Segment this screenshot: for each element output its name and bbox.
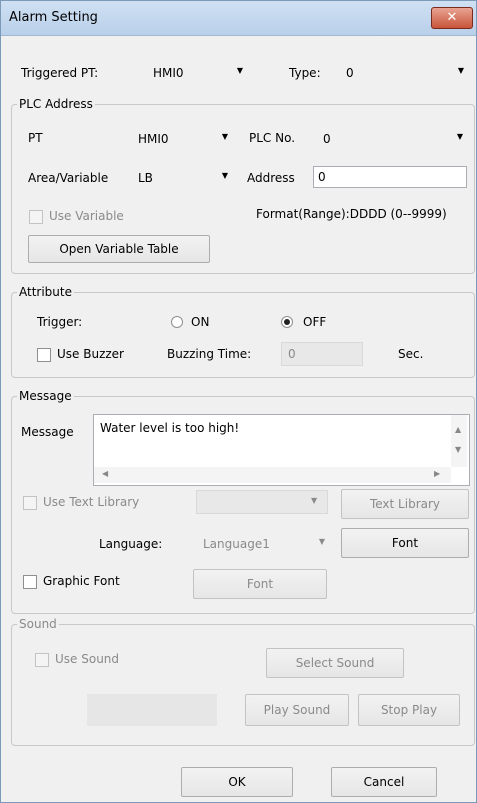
stop-play-button[interactable]: Stop Play	[358, 694, 460, 726]
buzzing-time-input[interactable]: 0	[281, 342, 363, 366]
area-variable-label: Area/Variable	[28, 171, 109, 185]
play-sound-label: Play Sound	[263, 703, 331, 717]
chevron-down-icon: ▼	[318, 537, 325, 546]
graphic-font-button[interactable]: Font	[193, 569, 327, 599]
ok-label: OK	[228, 775, 246, 789]
font-button-label: Font	[391, 536, 419, 550]
text-library-button-label: Text Library	[369, 497, 441, 511]
select-sound-button[interactable]: Select Sound	[266, 648, 404, 678]
chevron-down-icon: ▼	[221, 132, 228, 141]
format-range-text: Format(Range):DDDD (0--9999)	[256, 207, 447, 221]
open-variable-table-button[interactable]: Open Variable Table	[28, 235, 210, 263]
address-value: 0	[318, 170, 326, 184]
use-text-library-checkbox[interactable]	[23, 496, 37, 510]
plc-no-label: PLC No.	[249, 131, 296, 145]
pt-label: PT	[28, 131, 43, 145]
chevron-down-icon: ▼	[221, 171, 228, 180]
scroll-up-icon[interactable]: ▲	[455, 425, 461, 434]
plc-no-select[interactable]: 0 ▼	[316, 128, 468, 150]
chevron-down-icon: ▼	[456, 132, 463, 141]
cancel-button[interactable]: Cancel	[331, 767, 437, 797]
message-vertical-scrollbar[interactable]: ▲ ▼	[451, 415, 467, 467]
message-label: Message	[21, 425, 74, 439]
close-icon: ✕	[446, 10, 458, 25]
chevron-down-icon: ▼	[457, 66, 464, 75]
triggered-pt-select[interactable]: HMI0 ▼	[146, 62, 248, 84]
trigger-off-label: OFF	[303, 315, 327, 329]
chevron-down-icon: ▼	[311, 496, 318, 505]
message-text: Water level is too high!	[100, 421, 240, 435]
select-sound-label: Select Sound	[295, 656, 375, 670]
attribute-legend: Attribute	[17, 285, 74, 299]
trigger-on-radio[interactable]	[171, 316, 183, 328]
title-bar: Alarm Setting ✕	[1, 1, 476, 36]
use-sound-checkbox[interactable]	[35, 653, 49, 667]
triggered-pt-label: Triggered PT:	[21, 66, 99, 80]
plc-address-legend: PLC Address	[17, 97, 95, 111]
trigger-off-radio[interactable]	[281, 316, 293, 328]
attribute-group	[11, 292, 475, 378]
open-variable-table-label: Open Variable Table	[59, 242, 179, 256]
language-value: Language1	[203, 537, 270, 551]
trigger-on-label: ON	[191, 315, 210, 329]
message-horizontal-scrollbar[interactable]: ◀ ▶	[94, 467, 451, 483]
plc-no-value: 0	[323, 132, 331, 146]
type-value: 0	[346, 66, 354, 80]
message-textarea[interactable]: Water level is too high! ▲ ▼ ◀ ▶	[93, 414, 470, 486]
graphic-font-checkbox[interactable]	[23, 575, 37, 589]
address-label: Address	[247, 171, 295, 185]
stop-play-label: Stop Play	[380, 703, 438, 717]
scroll-left-icon[interactable]: ◀	[102, 469, 108, 478]
font-button[interactable]: Font	[341, 528, 469, 558]
graphic-font-button-label: Font	[246, 577, 274, 591]
use-text-library-label: Use Text Library	[43, 495, 140, 509]
language-label: Language:	[99, 537, 163, 551]
type-select[interactable]: 0 ▼	[339, 62, 469, 84]
triggered-pt-value: HMI0	[153, 66, 184, 80]
dialog-title: Alarm Setting	[9, 10, 98, 25]
address-input[interactable]: 0	[313, 166, 467, 188]
graphic-font-label: Graphic Font	[43, 574, 120, 588]
use-variable-checkbox[interactable]	[29, 210, 43, 224]
sound-legend: Sound	[17, 617, 59, 631]
language-select[interactable]: Language1 ▼	[196, 533, 330, 555]
use-variable-label: Use Variable	[49, 209, 124, 223]
chevron-down-icon: ▼	[236, 66, 243, 75]
alarm-setting-dialog: Alarm Setting ✕ Triggered PT: HMI0 ▼ Typ…	[0, 0, 477, 803]
ok-button[interactable]: OK	[181, 767, 293, 797]
trigger-label: Trigger:	[37, 315, 83, 329]
use-buzzer-label: Use Buzzer	[57, 347, 124, 361]
play-sound-button[interactable]: Play Sound	[245, 694, 349, 726]
use-buzzer-checkbox[interactable]	[37, 348, 51, 362]
text-library-button[interactable]: Text Library	[341, 489, 469, 519]
scroll-down-icon[interactable]: ▼	[455, 445, 461, 454]
radio-selected-dot	[284, 319, 290, 325]
buzzing-time-label: Buzzing Time:	[167, 347, 252, 361]
area-variable-value: LB	[138, 171, 153, 185]
cancel-label: Cancel	[363, 775, 405, 789]
buzzing-time-value: 0	[288, 347, 296, 361]
close-button[interactable]: ✕	[431, 7, 473, 29]
text-library-select[interactable]: ▼	[196, 490, 328, 514]
scroll-right-icon[interactable]: ▶	[434, 469, 440, 478]
pt-select[interactable]: HMI0 ▼	[131, 128, 233, 150]
sound-group	[11, 624, 475, 746]
message-legend: Message	[17, 389, 74, 403]
type-label: Type:	[289, 66, 321, 80]
sound-file-display	[87, 694, 217, 726]
use-sound-label: Use Sound	[55, 652, 120, 666]
area-variable-select[interactable]: LB ▼	[131, 167, 233, 189]
pt-value: HMI0	[138, 132, 169, 146]
sec-label: Sec.	[398, 347, 424, 361]
